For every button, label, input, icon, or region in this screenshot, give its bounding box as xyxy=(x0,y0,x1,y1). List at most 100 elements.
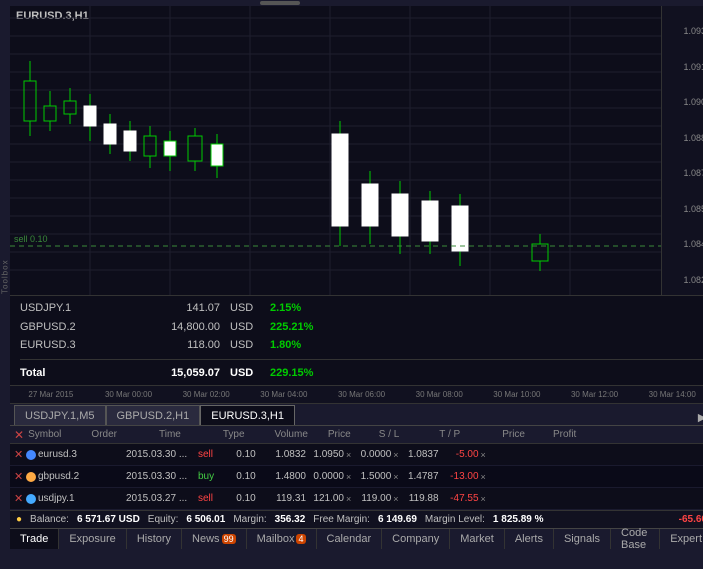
free-margin-value: 6 149.69 xyxy=(378,514,417,525)
nav-tab-history[interactable]: History xyxy=(127,529,182,549)
row-close-price-2: 1.4787 xyxy=(401,471,439,482)
margin-level-label: Margin Level: xyxy=(425,514,485,525)
row-tp-3: 119.00 xyxy=(353,493,391,504)
margin-label: Margin: xyxy=(233,514,266,525)
tab-usdjpy[interactable]: USDJPY.1,M5 xyxy=(14,405,106,425)
row-sl-3: 121.00 xyxy=(306,493,344,504)
chart-area: EURUSD.3,H1 1.0930 1.0915 1.0900 1.0885 … xyxy=(10,6,703,296)
time-label-0: 27 Mar 2015 xyxy=(12,390,90,399)
nav-tab-exposure[interactable]: Exposure xyxy=(59,529,126,549)
tab-scroll-right[interactable]: ► xyxy=(691,409,703,425)
summary-row-eurusd: EURUSD.3 118.00 USD 1.80% xyxy=(20,339,703,351)
row-time-1: 2015.03.30 ... xyxy=(126,449,198,460)
time-axis: 27 Mar 2015 30 Mar 00:00 30 Mar 02:00 30… xyxy=(10,386,703,404)
row-close-icon-3[interactable]: ✕ xyxy=(14,492,26,505)
row-sl-x-1[interactable]: × xyxy=(346,450,351,460)
time-label-1: 30 Mar 00:00 xyxy=(90,390,168,399)
time-label-7: 30 Mar 12:00 xyxy=(556,390,634,399)
table-row: ✕ eurusd.3 2015.03.30 ... sell 0.10 1.08… xyxy=(10,444,703,466)
status-bar: ● Balance: 6 571.67 USD Equity: 6 506.01… xyxy=(10,510,703,528)
nav-tab-mailbox[interactable]: Mailbox4 xyxy=(247,529,317,549)
nav-tab-calendar[interactable]: Calendar xyxy=(317,529,383,549)
summary-total-pct: 229.15% xyxy=(270,367,313,379)
summary-total-currency: USD xyxy=(230,367,260,379)
row-close-icon-2[interactable]: ✕ xyxy=(14,470,26,483)
row-x-3[interactable]: × xyxy=(481,494,486,504)
toolbox-label: Toolbox xyxy=(0,6,10,548)
table-col-order: Order xyxy=(91,429,117,440)
tab-gbpusd[interactable]: GBPUSD.2,H1 xyxy=(106,405,201,425)
mailbox-badge: 4 xyxy=(296,534,305,544)
row-close-icon-1[interactable]: ✕ xyxy=(14,448,26,461)
row-tp-x-2[interactable]: × xyxy=(393,472,398,482)
summary-row-gbpusd: GBPUSD.2 14,800.00 USD 225.21% xyxy=(20,321,703,333)
summary-currency-2: USD xyxy=(230,321,260,333)
nav-tab-expert[interactable]: Expert xyxy=(660,529,703,549)
table-row: ✕ usdjpy.1 2015.03.27 ... sell 0.10 119.… xyxy=(10,488,703,510)
time-label-5: 30 Mar 08:00 xyxy=(400,390,478,399)
summary-symbol-2: GBPUSD.2 xyxy=(20,321,100,333)
summary-row-usdjpy: USDJPY.1 141.07 USD 2.15% xyxy=(20,302,703,314)
row-close-price-1: 1.0837 xyxy=(401,449,439,460)
row-type-3: sell xyxy=(198,493,228,504)
row-volume-1: 0.10 xyxy=(228,449,264,460)
summary-amount-1: 141.07 xyxy=(110,302,220,314)
nav-tab-alerts[interactable]: Alerts xyxy=(505,529,554,549)
svg-text:sell 0.10: sell 0.10 xyxy=(14,234,48,244)
row-tp-2: 1.5000 xyxy=(353,471,391,482)
summary-symbol-3: EURUSD.3 xyxy=(20,339,100,351)
bottom-nav: Trade Exposure History News99 Mailbox4 C… xyxy=(10,528,703,548)
row-time-3: 2015.03.27 ... xyxy=(126,493,198,504)
summary-pct-2: 225.21% xyxy=(270,321,313,333)
time-label-3: 30 Mar 04:00 xyxy=(245,390,323,399)
tab-eurusd[interactable]: EURUSD.3,H1 xyxy=(200,405,295,425)
balance-icon: ● xyxy=(16,514,22,525)
nav-tab-trade[interactable]: Trade xyxy=(10,529,59,549)
summary-amount-3: 118.00 xyxy=(110,339,220,351)
row-time-2: 2015.03.30 ... xyxy=(126,471,198,482)
row-tp-x-3[interactable]: × xyxy=(393,494,398,504)
row-type-2: buy xyxy=(198,471,228,482)
summary-symbol-1: USDJPY.1 xyxy=(20,302,100,314)
row-sl-x-2[interactable]: × xyxy=(346,472,351,482)
table-col-volume: Volume xyxy=(275,429,308,440)
time-label-2: 30 Mar 02:00 xyxy=(167,390,245,399)
margin-level-value: 1 825.89 % xyxy=(493,514,544,525)
table-col-profit: Profit xyxy=(553,429,576,440)
symbol-icon-1 xyxy=(26,450,36,460)
summary-total-amount: 15,059.07 xyxy=(110,367,220,379)
time-label-4: 30 Mar 06:00 xyxy=(323,390,401,399)
price-axis: 1.0930 1.0915 1.0900 1.0885 1.0870 1.085… xyxy=(661,6,703,295)
summary-currency-1: USD xyxy=(230,302,260,314)
nav-tab-market[interactable]: Market xyxy=(450,529,505,549)
row-price-3: 119.31 xyxy=(264,493,306,504)
margin-value: 356.32 xyxy=(275,514,306,525)
equity-label: Equity: xyxy=(148,514,179,525)
row-tp-x-1[interactable]: × xyxy=(393,450,398,460)
row-symbol-1: eurusd.3 xyxy=(26,449,84,460)
row-close-price-3: 119.88 xyxy=(401,493,439,504)
symbol-icon-3 xyxy=(26,494,36,504)
row-volume-2: 0.10 xyxy=(228,471,264,482)
row-profit-2: -13.00 xyxy=(439,471,479,482)
row-price-2: 1.4800 xyxy=(264,471,306,482)
summary-amount-2: 14,800.00 xyxy=(110,321,220,333)
nav-tab-company[interactable]: Company xyxy=(382,529,450,549)
chart-tab-bar: USDJPY.1,M5 GBPUSD.2,H1 EURUSD.3,H1 ► xyxy=(10,404,703,426)
table-col-tp: T / P xyxy=(439,429,460,440)
nav-tab-codebase[interactable]: Code Base xyxy=(611,529,660,549)
summary-panel: USDJPY.1 141.07 USD 2.15% GBPUSD.2 14,80… xyxy=(10,296,703,386)
time-label-8: 30 Mar 14:00 xyxy=(633,390,703,399)
row-sl-x-3[interactable]: × xyxy=(346,494,351,504)
close-all-icon[interactable]: ✕ xyxy=(14,428,24,442)
symbol-icon-2 xyxy=(26,472,36,482)
time-label-6: 30 Mar 10:00 xyxy=(478,390,556,399)
table-col-sl: S / L xyxy=(379,429,400,440)
nav-tab-signals[interactable]: Signals xyxy=(554,529,611,549)
nav-tab-news[interactable]: News99 xyxy=(182,529,247,549)
row-x-2[interactable]: × xyxy=(481,472,486,482)
candles-svg: sell 0.10 xyxy=(10,6,661,295)
balance-label: Balance: xyxy=(30,514,69,525)
row-x-1[interactable]: × xyxy=(481,450,486,460)
row-type-1: sell xyxy=(198,449,228,460)
